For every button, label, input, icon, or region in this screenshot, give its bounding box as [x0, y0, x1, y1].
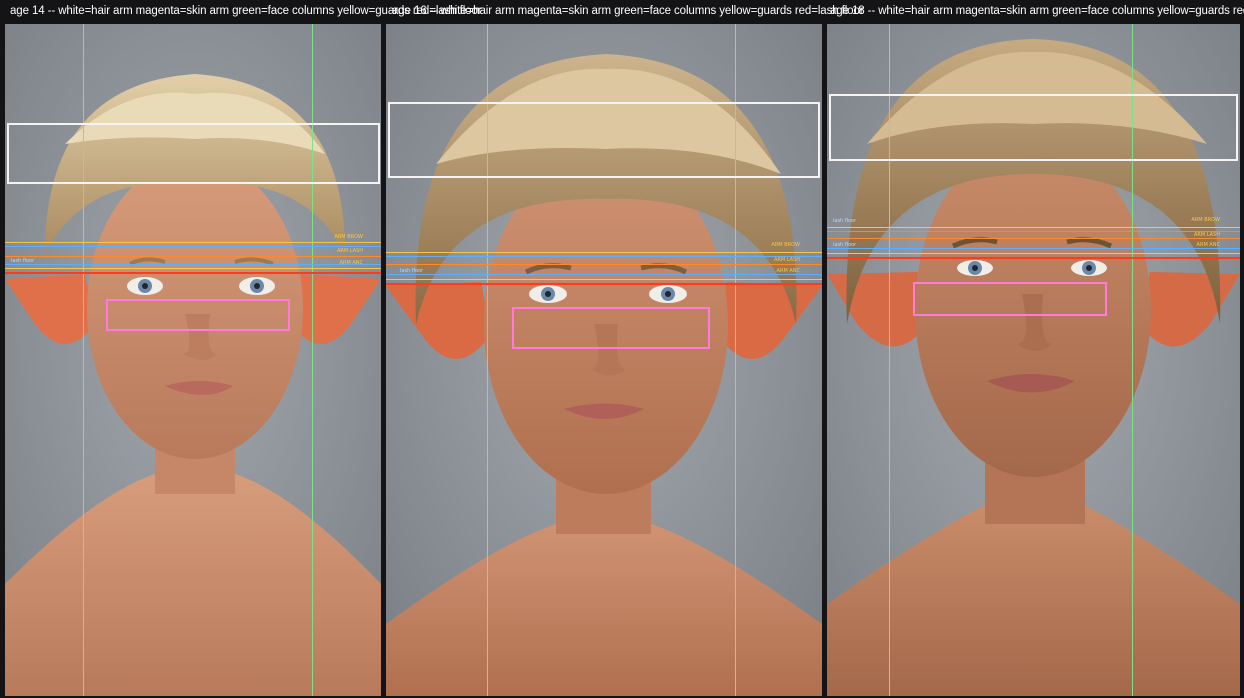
lash-floor-line: [386, 283, 822, 285]
tag-label: lash floor: [400, 268, 424, 274]
guard-line: [5, 256, 381, 257]
tag-label: ARM LASH: [1193, 232, 1220, 238]
screen: age 14 -- white=hair arm magenta=skin ar…: [0, 0, 1244, 698]
guard-line: [827, 248, 1240, 249]
tag-label: ARM BROW: [771, 242, 800, 248]
lash-floor-line: [827, 257, 1240, 259]
guard-line: [5, 268, 381, 269]
guard-line: [386, 264, 822, 265]
guard-line: [827, 227, 1240, 228]
tag-label: ARM ANC: [1196, 242, 1220, 248]
panel-caption-age-16: age 16 -- white=hair arm magenta=skin ar…: [392, 5, 864, 17]
guard-line: [386, 252, 822, 253]
tag-label: ARM BROW: [334, 234, 363, 240]
panel-caption-age-18: age 18 -- white=hair arm magenta=skin ar…: [830, 5, 1244, 17]
tag-label: ARM ANC: [339, 260, 363, 266]
guard-line: [386, 279, 822, 280]
guard-line: [386, 256, 822, 257]
hair-arm-box: [7, 123, 380, 184]
guard-line: [5, 246, 381, 247]
tag-label: lash floor: [833, 218, 857, 224]
hair-arm-box: [388, 102, 820, 178]
guard-line: [827, 253, 1240, 254]
guard-line: [5, 242, 381, 243]
skin-arm-box: [913, 282, 1107, 316]
tag-label: ARM LASH: [336, 248, 363, 254]
tag-label: lash floor: [11, 258, 35, 264]
portrait-panel-age-14[interactable]: ARM BROW ARM LASH ARM ANC lash floor: [5, 24, 381, 696]
portrait-panel-age-16[interactable]: ARM BROW ARM LASH ARM ANC lash floor: [386, 24, 822, 696]
skin-arm-box: [106, 299, 290, 331]
tag-label: ARM LASH: [773, 257, 800, 263]
tag-label: ARM ANC: [776, 268, 800, 274]
hair-arm-box: [829, 94, 1238, 161]
tag-label: lash floor: [833, 242, 857, 248]
portrait-panel-age-18[interactable]: ARM BROW ARM LASH ARM ANC lash floor las…: [827, 24, 1240, 696]
lash-floor-line: [5, 272, 381, 274]
tag-label: ARM BROW: [1191, 217, 1220, 223]
skin-arm-box: [512, 307, 710, 349]
guard-line: [827, 238, 1240, 239]
guard-line: [827, 231, 1240, 232]
guard-line: [386, 274, 822, 275]
guard-line: [5, 264, 381, 265]
